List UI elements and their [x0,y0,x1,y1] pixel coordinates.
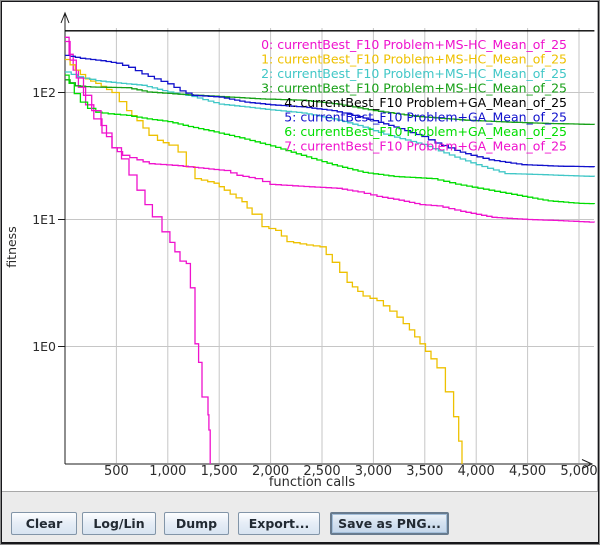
x-axis-label: function calls [269,475,356,490]
fitness-plot[interactable]: 5001,0001,5002,0002,5003,0003,5004,0004,… [2,2,598,491]
legend-entry-5: 5: currentBest_F10 Problem+GA_Mean_of_25 [284,110,567,125]
save-as-png-button[interactable]: Save as PNG... [330,512,449,535]
legend-entry-6: 6: currentBest_F10 Problem+GA_Mean_of_25 [284,124,567,139]
y-tick-label: 1E1 [32,212,56,227]
legend-entry-4: 4: currentBest_F10 Problem+GA_Mean_of_25 [284,95,567,110]
y-axis-label: fitness [4,226,19,267]
button-bar: Clear Log/Lin Dump Export... Save as PNG… [2,492,598,543]
plot-window: 5001,0001,5002,0002,5003,0003,5004,0004,… [0,0,600,545]
x-tick-label: 3,000 [355,464,392,479]
export-button[interactable]: Export... [238,512,320,535]
x-tick-label: 4,000 [458,464,495,479]
x-tick-label: 500 [104,464,129,479]
x-tick-label: 1,000 [149,464,186,479]
legend-entry-3: 3: currentBest_F10 Problem+MS-HC_Mean_of… [261,81,567,96]
legend-entry-1: 1: currentBest_F10 Problem+MS-HC_Mean_of… [261,52,567,67]
x-tick-label: 5,000 [560,464,597,479]
x-tick-label: 1,500 [201,464,238,479]
legend[interactable]: 0: currentBest_F10 Problem+MS-HC_Mean_of… [261,37,567,154]
plot-panel[interactable]: 5001,0001,5002,0002,5003,0003,5004,0004,… [2,2,598,492]
legend-entry-2: 2: currentBest_F10 Problem+MS-HC_Mean_of… [261,66,567,81]
x-tick-label: 4,500 [509,464,546,479]
loglin-button[interactable]: Log/Lin [82,512,156,535]
y-tick-label: 1E0 [32,339,56,354]
dump-button[interactable]: Dump [164,512,229,535]
legend-entry-7: 7: currentBest_F10 Problem+GA_Mean_of_25 [284,139,567,154]
plot-window-inner: 5001,0001,5002,0002,5003,0003,5004,0004,… [1,1,599,544]
legend-entry-0: 0: currentBest_F10 Problem+MS-HC_Mean_of… [261,37,567,52]
x-tick-label: 3,500 [406,464,443,479]
y-tick-label: 1E2 [32,85,56,100]
clear-button[interactable]: Clear [11,512,77,535]
